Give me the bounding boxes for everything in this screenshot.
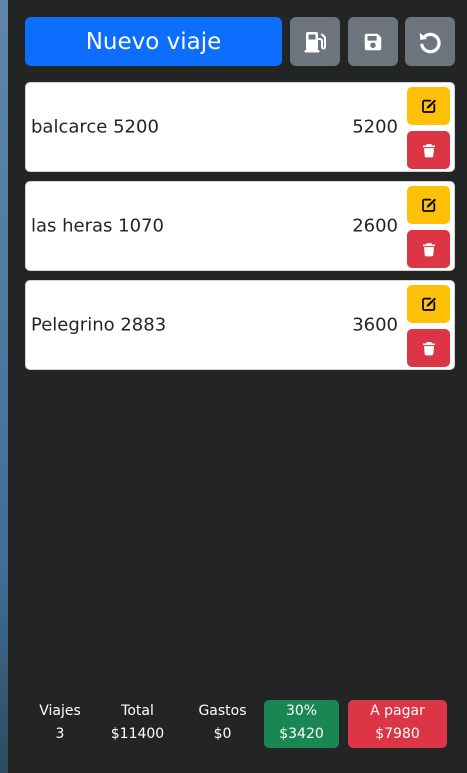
summary-percent-value: $3420 — [279, 726, 324, 742]
summary-percent-badge: 30% $3420 — [264, 700, 339, 748]
trash-icon — [422, 242, 435, 256]
summary-gastos-value: $0 — [213, 726, 232, 742]
floppy-disk-icon — [364, 33, 382, 50]
summary-total: Total $11400 — [100, 700, 175, 748]
save-button[interactable] — [348, 17, 398, 66]
summary-total-value: $11400 — [110, 726, 165, 742]
trip-card: Pelegrino 2883 3600 — [25, 280, 455, 370]
trip-name: balcarce 5200 — [31, 116, 159, 138]
trip-amount: 3600 — [352, 314, 398, 336]
summary-gastos: Gastos $0 — [185, 700, 260, 748]
delete-trip-button[interactable] — [407, 329, 450, 367]
gas-pump-icon — [304, 31, 326, 52]
app-container: Nuevo viaje balcarce 5200 5200 las heras… — [8, 0, 467, 773]
new-trip-label: Nuevo viaje — [85, 28, 222, 55]
delete-trip-button[interactable] — [407, 230, 450, 268]
edit-icon — [421, 198, 436, 212]
trip-card: balcarce 5200 5200 — [25, 82, 455, 172]
summary-percent-label: 30% — [285, 703, 318, 719]
trash-icon — [422, 341, 435, 355]
trip-card: las heras 1070 2600 — [25, 181, 455, 271]
trip-name: las heras 1070 — [31, 215, 164, 237]
summary-total-label: Total — [121, 703, 154, 719]
summary-a-pagar-badge: A pagar $7980 — [348, 700, 447, 748]
trash-icon — [422, 143, 435, 157]
edit-icon — [421, 99, 436, 113]
reset-button[interactable] — [405, 17, 455, 66]
trip-amount: 2600 — [352, 215, 398, 237]
summary-gastos-label: Gastos — [198, 703, 247, 719]
trip-amount: 5200 — [352, 116, 398, 138]
fuel-button[interactable] — [290, 17, 340, 66]
delete-trip-button[interactable] — [407, 131, 450, 169]
summary-a-pagar-label: A pagar — [370, 703, 425, 719]
summary-viajes-value: 3 — [55, 726, 65, 742]
edit-icon — [421, 297, 436, 311]
edit-trip-button[interactable] — [407, 87, 450, 125]
trip-name: Pelegrino 2883 — [31, 314, 167, 336]
rotate-left-icon — [419, 32, 441, 53]
new-trip-button[interactable]: Nuevo viaje — [25, 17, 282, 66]
edit-trip-button[interactable] — [407, 285, 450, 323]
summary-viajes-label: Viajes — [39, 703, 81, 719]
summary-a-pagar-value: $7980 — [375, 726, 420, 742]
summary-viajes: Viajes 3 — [30, 700, 90, 748]
edit-trip-button[interactable] — [407, 186, 450, 224]
